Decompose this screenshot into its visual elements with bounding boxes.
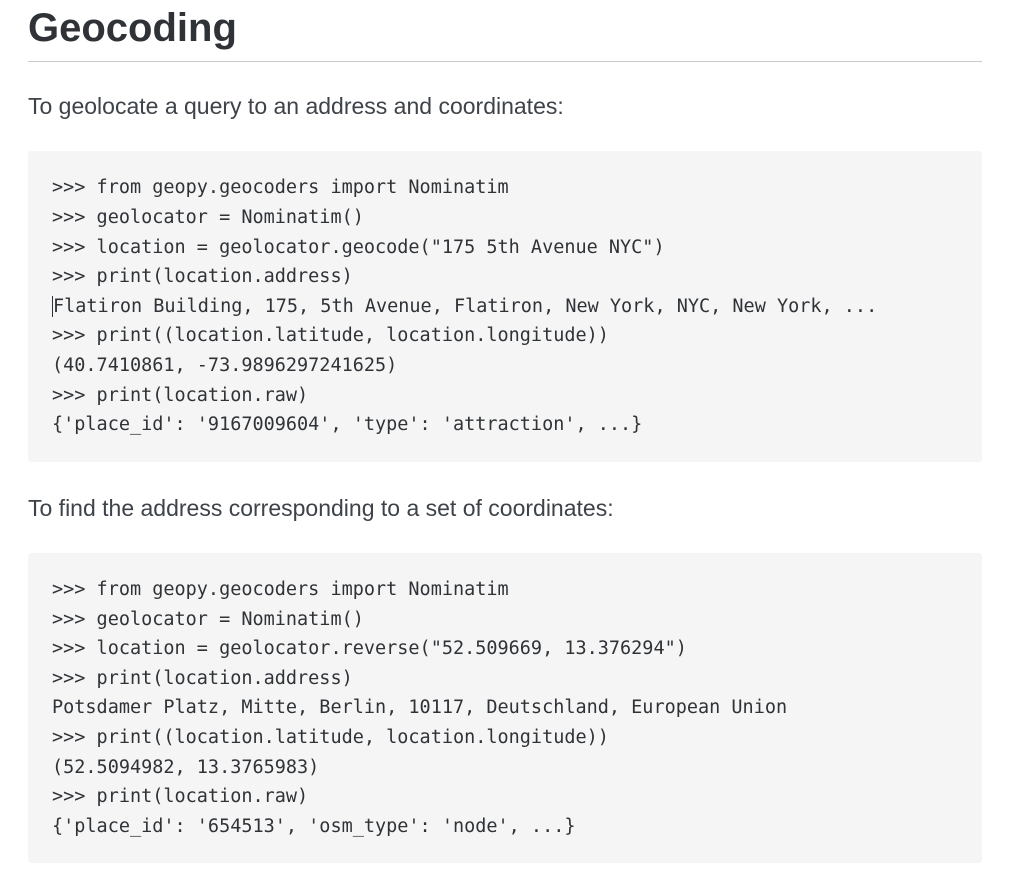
code-output: (40.7410861, -73.9896297241625) [52, 355, 397, 376]
geocoding-section: Geocoding To geolocate a query to an add… [0, 0, 1010, 863]
code-output: Flatiron Building, 175, 5th Avenue, Flat… [52, 296, 877, 317]
code-line: >>> print(location.address) [52, 266, 353, 287]
code-line: >>> print((location.latitude, location.l… [52, 325, 609, 346]
code-output: Potsdamer Platz, Mitte, Berlin, 10117, D… [52, 697, 787, 718]
code-line: >>> print(location.raw) [52, 786, 308, 807]
code-line: >>> from geopy.geocoders import Nominati… [52, 579, 509, 600]
code-example-reverse: >>> from geopy.geocoders import Nominati… [28, 553, 982, 863]
section-heading: Geocoding [28, 0, 982, 61]
code-line: >>> geolocator = Nominatim() [52, 207, 364, 228]
code-line: >>> print(location.address) [52, 668, 353, 689]
code-line: >>> print(location.raw) [52, 385, 308, 406]
intro-reverse: To find the address corresponding to a s… [28, 492, 982, 525]
code-line: >>> geolocator = Nominatim() [52, 609, 364, 630]
code-line: >>> location = geolocator.geocode("175 5… [52, 237, 665, 258]
intro-geocode: To geolocate a query to an address and c… [28, 90, 982, 123]
code-output: {'place_id': '9167009604', 'type': 'attr… [52, 414, 642, 435]
code-output: (52.5094982, 13.3765983) [52, 757, 319, 778]
code-line: >>> from geopy.geocoders import Nominati… [52, 177, 509, 198]
code-line: >>> location = geolocator.reverse("52.50… [52, 638, 687, 659]
code-example-geocode: >>> from geopy.geocoders import Nominati… [28, 151, 982, 461]
code-output: {'place_id': '654513', 'osm_type': 'node… [52, 816, 575, 837]
heading-rule [28, 61, 982, 62]
code-line: >>> print((location.latitude, location.l… [52, 727, 609, 748]
